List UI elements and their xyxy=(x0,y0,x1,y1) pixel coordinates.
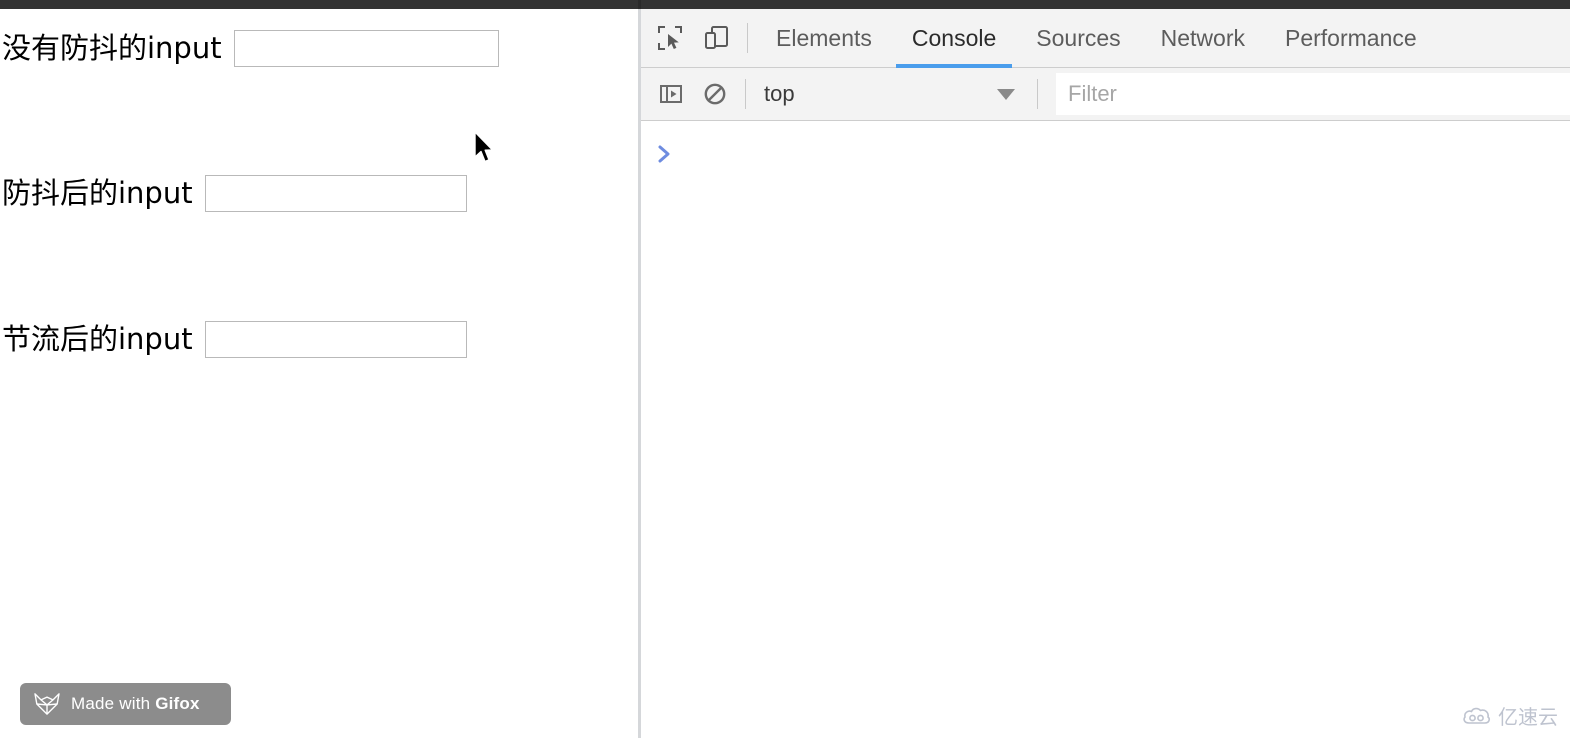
tab-elements-label: Elements xyxy=(776,24,872,51)
console-output-area[interactable] xyxy=(641,121,1570,736)
device-toolbar-button[interactable] xyxy=(693,15,739,61)
inspect-element-button[interactable] xyxy=(647,15,693,61)
clear-console-button[interactable] xyxy=(693,72,737,116)
tab-console[interactable]: Console xyxy=(892,9,1016,68)
mouse-cursor-icon xyxy=(474,131,494,163)
console-toolbar: top xyxy=(641,68,1570,121)
toolbar-divider xyxy=(747,23,748,53)
cloud-logo-icon xyxy=(1463,707,1491,724)
devtools-tabbar: Elements Console Sources Network Perform… xyxy=(641,9,1570,68)
console-context-selector[interactable]: top xyxy=(754,72,1029,116)
tab-network-label: Network xyxy=(1160,24,1245,51)
site-watermark: 亿速云 xyxy=(1462,701,1558,730)
gifox-prefix: Made with xyxy=(71,694,156,713)
console-sidebar-toggle-button[interactable] xyxy=(649,72,693,116)
tab-performance[interactable]: Performance xyxy=(1265,9,1437,68)
tab-network[interactable]: Network xyxy=(1141,9,1265,68)
gifox-brand: Gifox xyxy=(155,694,200,713)
throttled-input[interactable] xyxy=(204,320,467,358)
chrome-bar-seam xyxy=(638,0,641,9)
chevron-down-icon xyxy=(997,88,1015,100)
debounced-input[interactable] xyxy=(204,174,467,212)
form-row-no-debounce: 没有防抖的input xyxy=(0,29,499,67)
console-filter-input[interactable] xyxy=(1056,73,1570,115)
console-context-value: top xyxy=(764,81,795,106)
gifox-watermark-label: Made with Gifox xyxy=(71,694,200,714)
chevron-right-icon xyxy=(658,145,670,163)
web-page-viewport: 没有防抖的input 防抖后的input 节流后的input Made with… xyxy=(0,9,638,738)
tab-elements[interactable]: Elements xyxy=(756,9,892,68)
tab-sources[interactable]: Sources xyxy=(1016,9,1140,68)
label-debounced: 防抖后的input xyxy=(2,176,193,210)
form-row-debounced: 防抖后的input xyxy=(0,174,467,212)
devtools-panel: Elements Console Sources Network Perform… xyxy=(641,9,1570,738)
devtools-tab-list: Elements Console Sources Network Perform… xyxy=(756,9,1437,68)
gifox-fox-logo-icon xyxy=(34,693,60,715)
screenshot-root: 没有防抖的input 防抖后的input 节流后的input Made with… xyxy=(0,0,1570,738)
inspect-element-icon xyxy=(658,26,682,50)
tab-console-label: Console xyxy=(911,24,997,51)
label-throttled: 节流后的input xyxy=(2,322,193,356)
form-row-throttled: 节流后的input xyxy=(0,320,467,358)
console-toolbar-divider-1 xyxy=(745,79,746,109)
clear-console-icon xyxy=(704,83,726,105)
gifox-watermark-badge: Made with Gifox xyxy=(20,683,231,725)
tab-performance-label: Performance xyxy=(1285,24,1417,51)
browser-chrome-bar xyxy=(0,0,1570,9)
console-toolbar-divider-2 xyxy=(1037,79,1038,109)
tab-sources-label: Sources xyxy=(1036,24,1121,51)
console-prompt-chevron[interactable] xyxy=(657,141,679,167)
console-sidebar-icon xyxy=(660,85,682,103)
label-no-debounce: 没有防抖的input xyxy=(2,31,222,65)
site-watermark-label: 亿速云 xyxy=(1498,705,1558,729)
no-debounce-input[interactable] xyxy=(233,29,499,67)
device-toolbar-icon xyxy=(705,26,728,49)
